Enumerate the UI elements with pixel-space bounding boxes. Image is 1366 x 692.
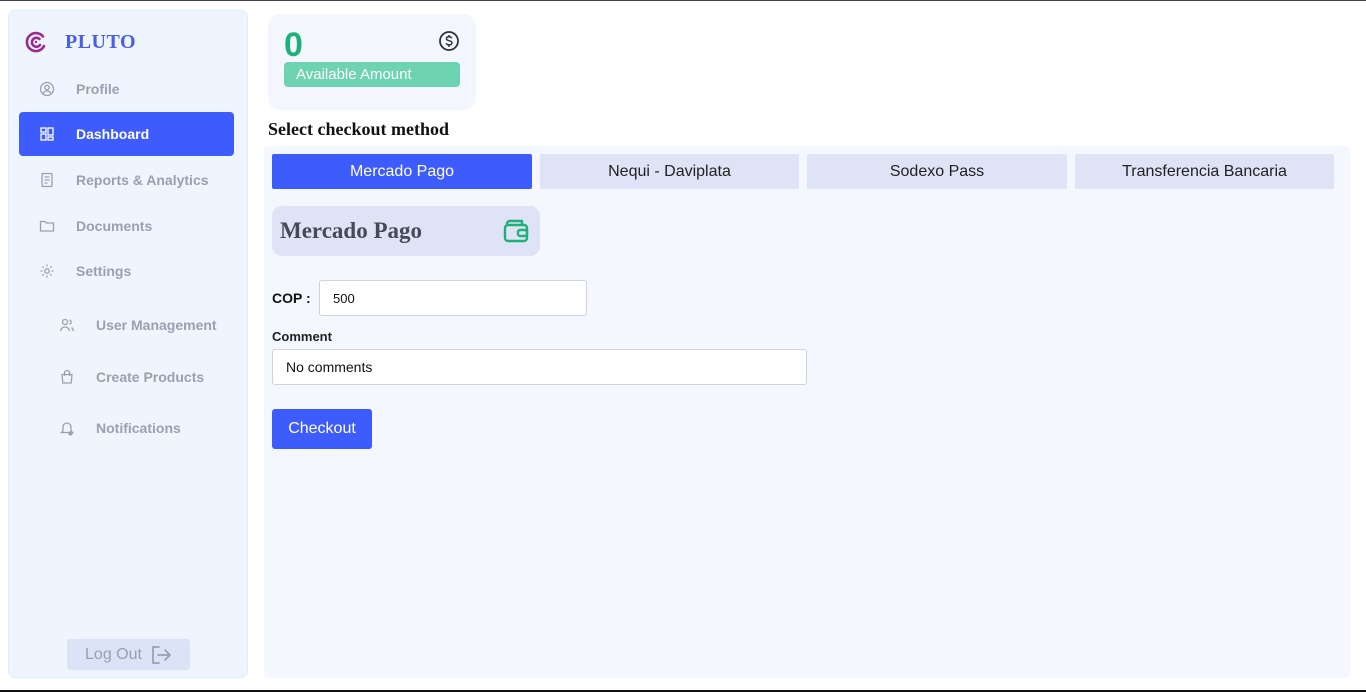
logout-label: Log Out	[85, 645, 142, 663]
sidebar-item-label: Profile	[76, 81, 120, 97]
checkout-panel: Mercado Pago Nequi - Daviplata Sodexo Pa…	[264, 146, 1350, 678]
checkout-button[interactable]: Checkout	[272, 409, 372, 449]
user-circle-icon	[37, 79, 57, 99]
available-amount-card: 0 Available Amount	[268, 14, 476, 110]
comment-input[interactable]	[272, 349, 807, 385]
tab-transferencia-bancaria[interactable]: Transferencia Bancaria	[1075, 154, 1334, 189]
logout-button[interactable]: Log Out	[67, 639, 190, 670]
sidebar-item-profile[interactable]: Profile	[19, 67, 234, 111]
logout-icon	[150, 645, 172, 665]
pluto-logo-icon	[23, 29, 49, 55]
tab-sodexo-pass[interactable]: Sodexo Pass	[807, 154, 1067, 189]
shopping-bag-icon	[57, 367, 77, 387]
bell-icon	[57, 418, 77, 438]
sidebar-item-create-products[interactable]: Create Products	[19, 355, 234, 399]
gear-icon	[37, 261, 57, 281]
sidebar-item-label: Documents	[76, 218, 153, 234]
checkout-section-title: Select checkout method	[268, 119, 449, 139]
cop-label: COP :	[272, 290, 311, 306]
comment-label: Comment	[272, 329, 332, 344]
document-icon	[37, 170, 57, 190]
sidebar-item-user-management[interactable]: User Management	[19, 303, 234, 347]
sidebar-item-label: Notifications	[96, 420, 181, 436]
sidebar-item-label: User Management	[96, 317, 217, 333]
amount-label: Available Amount	[284, 62, 460, 87]
dashboard-grid-icon	[37, 124, 57, 144]
tab-nequi-daviplata[interactable]: Nequi - Daviplata	[540, 154, 799, 189]
sidebar-item-label: Dashboard	[76, 126, 150, 142]
users-icon	[57, 315, 77, 335]
cop-amount-input[interactable]	[319, 280, 587, 316]
tab-mercado-pago[interactable]: Mercado Pago	[272, 154, 532, 189]
sidebar-item-reports[interactable]: Reports & Analytics	[19, 158, 234, 202]
sidebar-item-label: Settings	[76, 263, 132, 279]
sidebar-item-label: Create Products	[96, 369, 205, 385]
method-card: Mercado Pago	[272, 206, 540, 256]
sidebar-item-documents[interactable]: Documents	[19, 204, 234, 248]
amount-value: 0	[284, 26, 303, 64]
folder-icon	[37, 216, 57, 236]
sidebar-item-settings[interactable]: Settings	[19, 249, 234, 293]
wallet-icon	[502, 217, 530, 250]
dollar-circle-icon	[438, 30, 460, 57]
method-title: Mercado Pago	[280, 218, 423, 243]
brand[interactable]: PLUTO	[23, 29, 136, 55]
sidebar-item-notifications[interactable]: Notifications	[19, 406, 234, 450]
sidebar-item-label: Reports & Analytics	[76, 172, 209, 188]
sidebar: PLUTO Profile Dashboard Reports & Analyt…	[8, 10, 248, 678]
sidebar-item-dashboard[interactable]: Dashboard	[19, 112, 234, 156]
brand-name: PLUTO	[65, 30, 137, 53]
